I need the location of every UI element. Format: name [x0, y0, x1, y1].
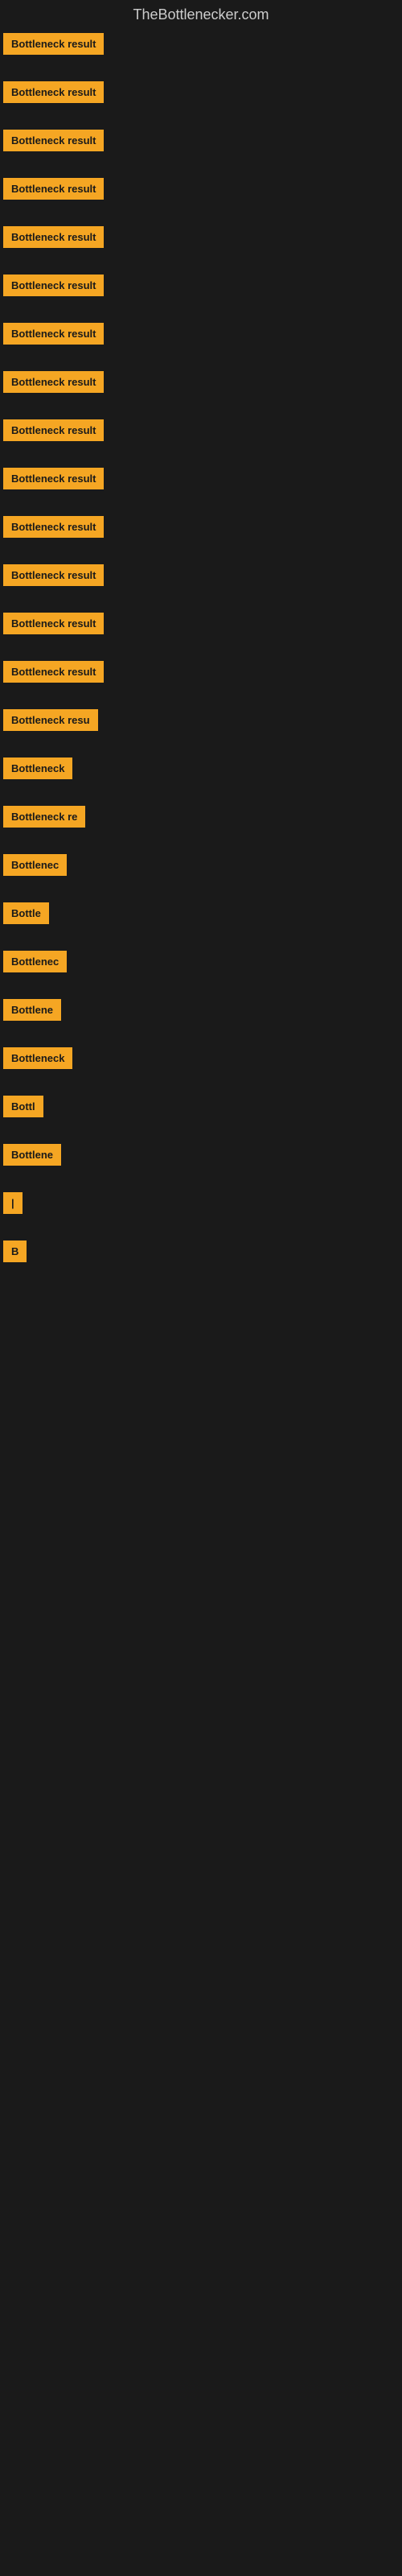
list-item: Bottleneck result	[3, 468, 402, 493]
bottleneck-badge[interactable]: Bottleneck result	[3, 516, 104, 538]
bottleneck-badge[interactable]: Bottlenec	[3, 951, 67, 972]
list-item: Bottlenec	[3, 854, 402, 880]
bottleneck-badge[interactable]: |	[3, 1192, 23, 1214]
list-item: Bottleneck result	[3, 371, 402, 397]
bottleneck-badge[interactable]: Bottlenec	[3, 854, 67, 876]
list-item: Bottleneck result	[3, 178, 402, 204]
bottleneck-badge[interactable]: Bottleneck	[3, 1047, 72, 1069]
list-item: Bottleneck result	[3, 613, 402, 638]
list-item: |	[3, 1192, 402, 1218]
list-item: Bottleneck result	[3, 419, 402, 445]
bottleneck-badge[interactable]: Bottle	[3, 902, 49, 924]
list-item: B	[3, 1241, 402, 1266]
list-item: Bottlenec	[3, 951, 402, 976]
list-item: Bottleneck resu	[3, 709, 402, 735]
list-item: Bottle	[3, 902, 402, 928]
bottleneck-badge[interactable]: Bottleneck result	[3, 81, 104, 103]
bottleneck-badge[interactable]: Bottleneck result	[3, 564, 104, 586]
list-item: Bottleneck result	[3, 661, 402, 687]
bottleneck-badge[interactable]: Bottleneck re	[3, 806, 85, 828]
bottleneck-badge[interactable]: Bottleneck result	[3, 323, 104, 345]
bottleneck-badge[interactable]: Bottleneck result	[3, 613, 104, 634]
list-item: Bottleneck result	[3, 130, 402, 155]
list-item: Bottlene	[3, 999, 402, 1025]
bottleneck-badge[interactable]: Bottleneck result	[3, 275, 104, 296]
list-item: Bottleneck result	[3, 226, 402, 252]
list-item: Bottleneck result	[3, 275, 402, 300]
list-item: Bottleneck result	[3, 81, 402, 107]
bottleneck-badge[interactable]: Bottleneck result	[3, 371, 104, 393]
list-item: Bottleneck	[3, 1047, 402, 1073]
bottleneck-badge[interactable]: Bottleneck result	[3, 226, 104, 248]
list-item: Bottleneck result	[3, 323, 402, 349]
bottleneck-badge[interactable]: B	[3, 1241, 27, 1262]
bottleneck-badge[interactable]: Bottl	[3, 1096, 43, 1117]
bottleneck-badge[interactable]: Bottleneck	[3, 758, 72, 779]
bottleneck-badge[interactable]: Bottleneck resu	[3, 709, 98, 731]
list-item: Bottleneck	[3, 758, 402, 783]
bottleneck-badge[interactable]: Bottleneck result	[3, 33, 104, 55]
site-title: TheBottlenecker.com	[0, 0, 402, 30]
bottleneck-badge[interactable]: Bottleneck result	[3, 130, 104, 151]
list-item: Bottleneck re	[3, 806, 402, 832]
bottleneck-badge[interactable]: Bottleneck result	[3, 468, 104, 489]
list-item: Bottleneck result	[3, 564, 402, 590]
list-item: Bottlene	[3, 1144, 402, 1170]
bottleneck-badge[interactable]: Bottleneck result	[3, 178, 104, 200]
bottleneck-badge[interactable]: Bottleneck result	[3, 419, 104, 441]
list-item: Bottleneck result	[3, 516, 402, 542]
list-item: Bottl	[3, 1096, 402, 1121]
bottleneck-badge[interactable]: Bottlene	[3, 1144, 61, 1166]
list-item: Bottleneck result	[3, 33, 402, 59]
bottleneck-badge[interactable]: Bottleneck result	[3, 661, 104, 683]
bottleneck-badge[interactable]: Bottlene	[3, 999, 61, 1021]
